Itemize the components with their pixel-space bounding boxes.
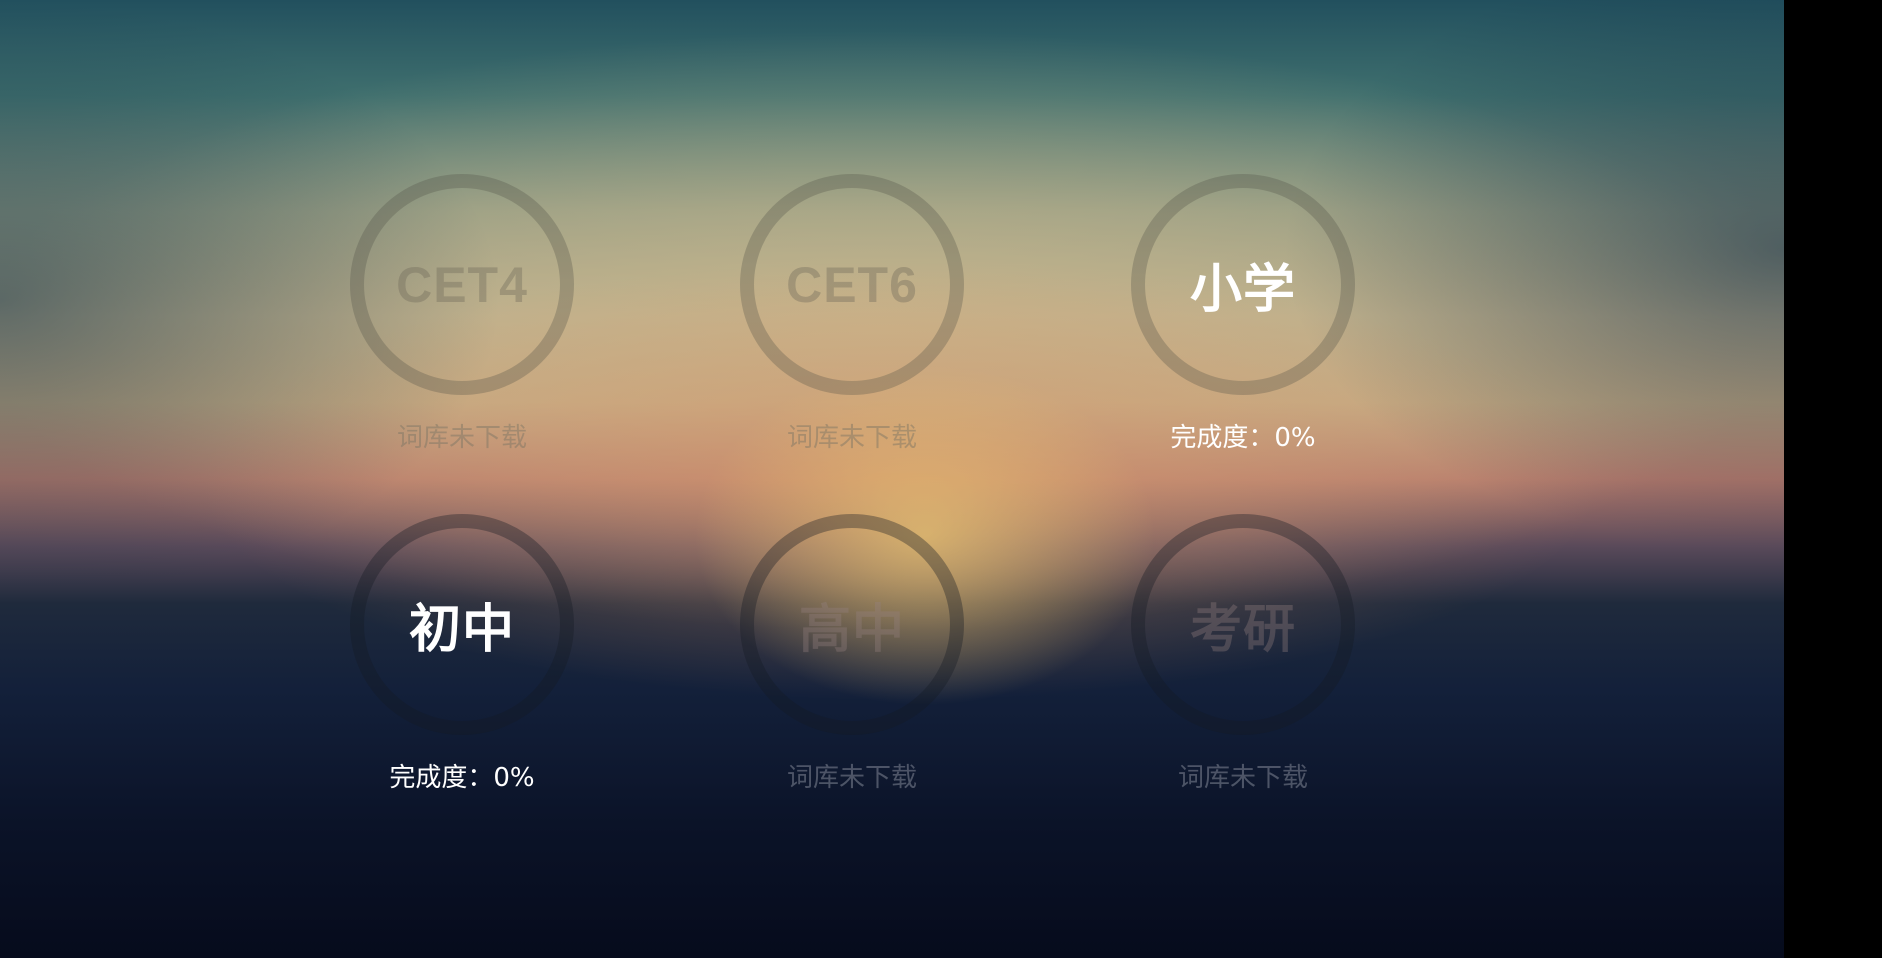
book-junior-card[interactable]: 初中 完成度：0% — [332, 514, 592, 794]
wordbook-grid: CET4 词库未下载 CET6 词库未下载 小学 完成度：0% 初中 完成度：0… — [0, 0, 1784, 958]
book-cet4-ring: CET4 — [350, 174, 574, 395]
book-primary-ring: 小学 — [1131, 174, 1355, 395]
book-primary-status: 完成度：0% — [1170, 423, 1316, 453]
book-cet6-status: 词库未下载 — [786, 423, 917, 453]
book-cet6-card[interactable]: CET6 词库未下载 — [722, 174, 982, 454]
book-senior-card[interactable]: 高中 词库未下载 — [722, 514, 982, 794]
book-postgrad-status: 词库未下载 — [1177, 763, 1308, 793]
book-cet4-status: 词库未下载 — [396, 423, 527, 453]
book-primary-card[interactable]: 小学 完成度：0% — [1113, 174, 1373, 454]
book-postgrad-label: 考研 — [1189, 600, 1296, 660]
book-senior-status: 词库未下载 — [786, 763, 917, 793]
book-junior-status: 完成度：0% — [389, 763, 535, 793]
book-postgrad-ring: 考研 — [1131, 514, 1355, 735]
book-junior-ring: 初中 — [350, 514, 574, 735]
book-cet6-label: CET6 — [786, 256, 918, 313]
book-cet4-label: CET4 — [396, 256, 528, 313]
book-postgrad-card[interactable]: 考研 词库未下载 — [1113, 514, 1373, 794]
book-cet4-card[interactable]: CET4 词库未下载 — [332, 174, 592, 454]
book-senior-ring: 高中 — [740, 514, 964, 735]
book-primary-label: 小学 — [1189, 260, 1296, 320]
book-senior-label: 高中 — [798, 600, 905, 660]
book-cet6-ring: CET6 — [740, 174, 964, 395]
book-junior-label: 初中 — [408, 600, 515, 660]
